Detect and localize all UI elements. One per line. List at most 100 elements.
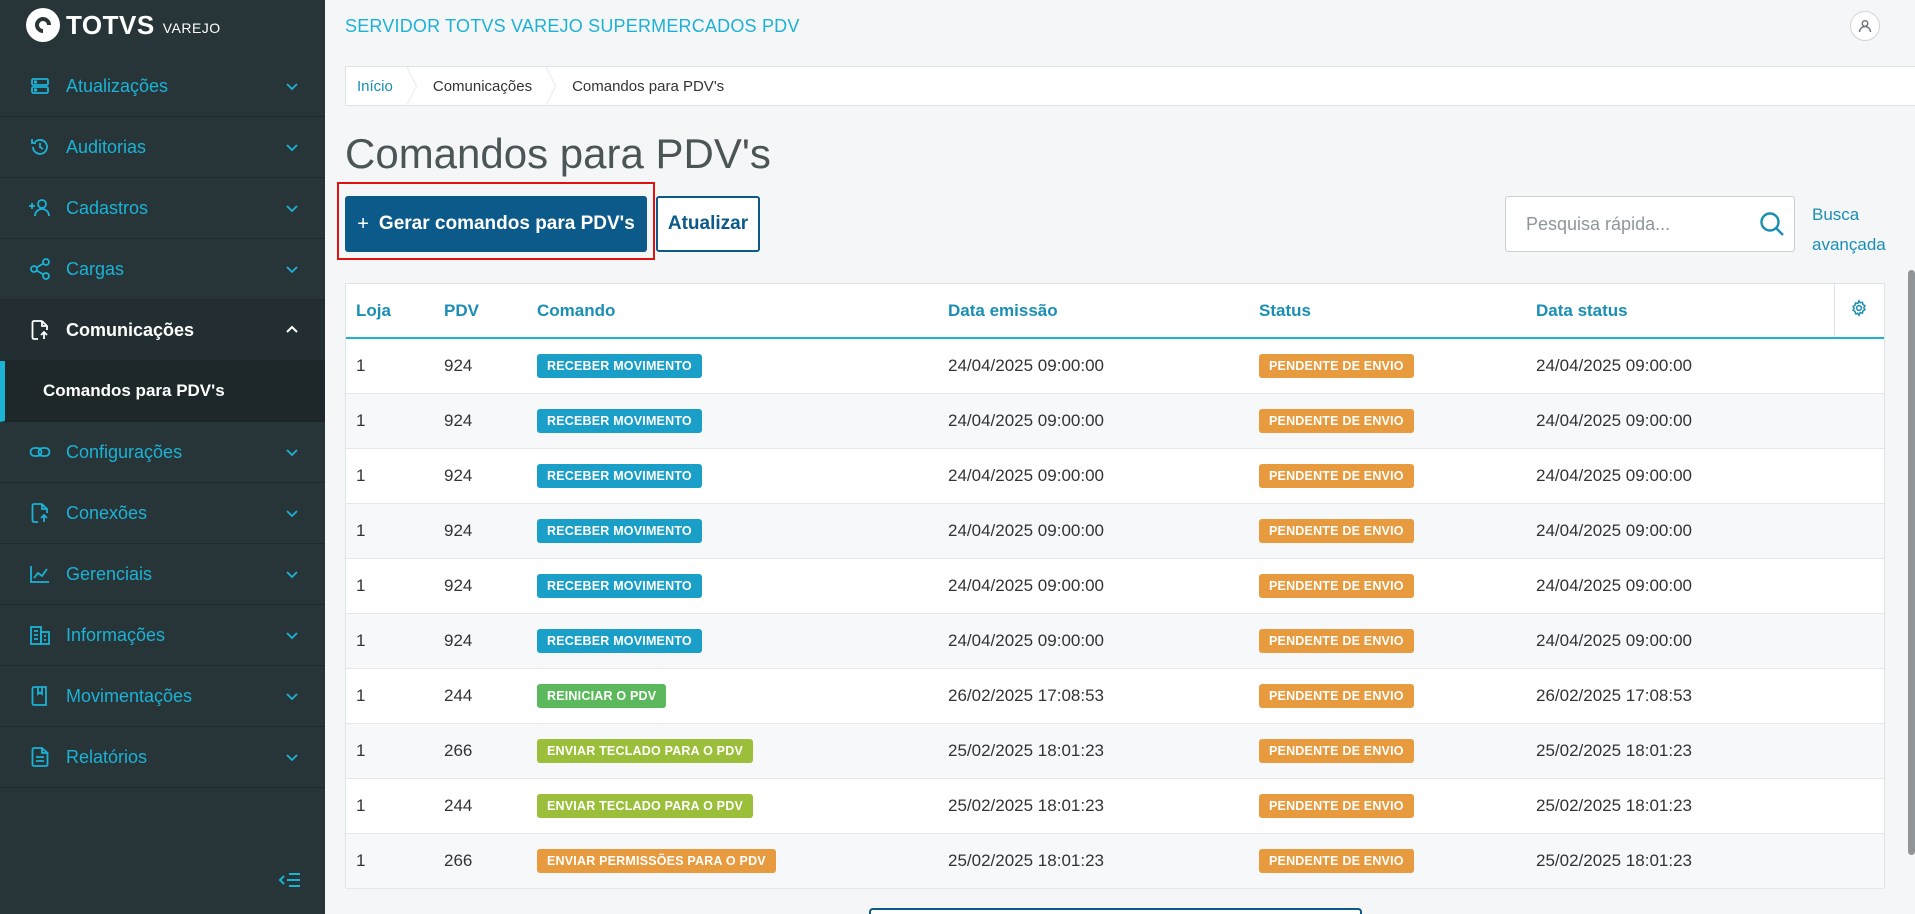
link-icon bbox=[28, 440, 52, 464]
avatar[interactable] bbox=[1850, 11, 1880, 41]
cell-data-status: 25/02/2025 18:01:23 bbox=[1536, 740, 1692, 760]
chevron-up-icon bbox=[283, 321, 301, 339]
sidebar-item-cadastros[interactable]: Cadastros bbox=[0, 178, 325, 239]
command-badge: RECEBER MOVIMENTO bbox=[537, 408, 702, 433]
chart-icon bbox=[28, 562, 52, 586]
status-badge: PENDENTE DE ENVIO bbox=[1259, 848, 1414, 873]
cell-loja: 1 bbox=[356, 685, 366, 705]
cell-data-status: 24/04/2025 09:00:00 bbox=[1536, 520, 1692, 540]
advanced-search-link[interactable]: Busca avançada bbox=[1812, 200, 1886, 260]
breadcrumb-section[interactable]: Comunicações bbox=[433, 67, 532, 105]
table-row[interactable]: 1 924 RECEBER MOVIMENTO 24/04/2025 09:00:00… bbox=[346, 338, 1884, 393]
cell-status: PENDENTE DE ENVIO bbox=[1249, 558, 1526, 613]
sidebar-item-label: Comunicações bbox=[66, 319, 195, 340]
status-badge: PENDENTE DE ENVIO bbox=[1259, 683, 1414, 708]
cell-data-emissao: 24/04/2025 09:00:00 bbox=[948, 355, 1104, 375]
sidebar-item-cargas[interactable]: Cargas bbox=[0, 239, 325, 300]
search-icon[interactable] bbox=[1758, 204, 1786, 244]
sidebar-item-atualizacoes[interactable]: Atualizações bbox=[0, 56, 325, 117]
cell-data-emissao: 25/02/2025 18:01:23 bbox=[948, 850, 1104, 870]
table-row[interactable]: 1 244 ENVIAR TECLADO PARA O PDV 25/02/2025 … bbox=[346, 778, 1884, 833]
collapse-menu-icon[interactable] bbox=[276, 866, 304, 894]
document-icon bbox=[28, 745, 52, 769]
command-badge: RECEBER MOVIMENTO bbox=[537, 628, 702, 653]
column-header-status[interactable]: Status bbox=[1249, 284, 1526, 338]
cell-empty bbox=[1834, 503, 1884, 558]
column-header-pdv[interactable]: PDV bbox=[434, 284, 527, 338]
cell-empty bbox=[1834, 723, 1884, 778]
status-badge: PENDENTE DE ENVIO bbox=[1259, 518, 1414, 543]
cell-pdv: 244 bbox=[444, 795, 473, 815]
cell-data-status: 26/02/2025 17:08:53 bbox=[1536, 685, 1692, 705]
table-row[interactable]: 1 266 ENVIAR PERMISSÕES PARA O PDV 25/02/20… bbox=[346, 833, 1884, 888]
sidebar-item-gerenciais[interactable]: Gerenciais bbox=[0, 544, 325, 605]
sidebar-item-comunicacoes[interactable]: Comunicações bbox=[0, 300, 325, 361]
breadcrumb-home[interactable]: Início bbox=[357, 67, 393, 105]
sidebar-item-label: Configurações bbox=[66, 441, 183, 462]
chevron-down-icon bbox=[283, 77, 301, 95]
cell-status: PENDENTE DE ENVIO bbox=[1249, 503, 1526, 558]
sidebar-item-relatorios[interactable]: Relatórios bbox=[0, 727, 325, 788]
generate-commands-button[interactable]: + Gerar comandos para PDV's bbox=[345, 196, 647, 252]
table-row[interactable]: 1 924 RECEBER MOVIMENTO 24/04/2025 09:00:00… bbox=[346, 448, 1884, 503]
cell-status: PENDENTE DE ENVIO bbox=[1249, 668, 1526, 723]
cell-comando: ENVIAR TECLADO PARA O PDV bbox=[527, 778, 938, 833]
cell-empty bbox=[1834, 778, 1884, 833]
cell-pdv: 924 bbox=[444, 575, 473, 595]
server-icon bbox=[28, 74, 52, 98]
sidebar-item-informacoes[interactable]: Informações bbox=[0, 605, 325, 666]
cell-comando: ENVIAR TECLADO PARA O PDV bbox=[527, 723, 938, 778]
sidebar-item-label: Relatórios bbox=[66, 746, 148, 767]
column-header-loja[interactable]: Loja bbox=[346, 284, 434, 338]
user-icon bbox=[1858, 20, 1872, 33]
column-header-data-status[interactable]: Data status bbox=[1526, 284, 1834, 338]
cell-status: PENDENTE DE ENVIO bbox=[1249, 778, 1526, 833]
cell-pdv: 924 bbox=[444, 520, 473, 540]
cell-pdv: 924 bbox=[444, 410, 473, 430]
cell-pdv: 266 bbox=[444, 850, 473, 870]
table-row[interactable]: 1 924 RECEBER MOVIMENTO 24/04/2025 09:00:00… bbox=[346, 503, 1884, 558]
status-badge: PENDENTE DE ENVIO bbox=[1259, 628, 1414, 653]
sidebar-subitem-comandos-pdv[interactable]: Comandos para PDV's bbox=[0, 361, 325, 422]
cell-comando: RECEBER MOVIMENTO bbox=[527, 613, 938, 668]
refresh-button[interactable]: Atualizar bbox=[656, 196, 760, 252]
column-header-comando[interactable]: Comando bbox=[527, 284, 938, 338]
table-settings[interactable] bbox=[1833, 284, 1884, 338]
cell-data-status: 24/04/2025 09:00:00 bbox=[1536, 410, 1692, 430]
cell-empty bbox=[1834, 448, 1884, 503]
cell-data-status: 25/02/2025 18:01:23 bbox=[1536, 795, 1692, 815]
sidebar-item-movimentacoes[interactable]: Movimentações bbox=[0, 666, 325, 727]
cell-status: PENDENTE DE ENVIO bbox=[1249, 613, 1526, 668]
table-row[interactable]: 1 924 RECEBER MOVIMENTO 24/04/2025 09:00:00… bbox=[346, 393, 1884, 448]
cell-empty bbox=[1834, 613, 1884, 668]
cell-data-emissao: 24/04/2025 09:00:00 bbox=[948, 520, 1104, 540]
table-row[interactable]: 1 244 REINICIAR O PDV 26/02/2025 17:08:53 PE… bbox=[346, 668, 1884, 723]
cell-loja: 1 bbox=[356, 795, 366, 815]
cell-comando: RECEBER MOVIMENTO bbox=[527, 558, 938, 613]
quick-search-input[interactable] bbox=[1506, 197, 1758, 251]
cell-comando: RECEBER MOVIMENTO bbox=[527, 393, 938, 448]
status-badge: PENDENTE DE ENVIO bbox=[1259, 793, 1414, 818]
cell-loja: 1 bbox=[356, 740, 366, 760]
cell-loja: 1 bbox=[356, 355, 366, 375]
sidebar-item-configuracoes[interactable]: Configurações bbox=[0, 422, 325, 483]
gear-icon bbox=[1852, 299, 1867, 317]
table-row[interactable]: 1 924 RECEBER MOVIMENTO 24/04/2025 09:00:00… bbox=[346, 613, 1884, 668]
chevron-down-icon bbox=[283, 260, 301, 278]
sidebar-item-label: Conexões bbox=[66, 502, 148, 523]
table-row[interactable]: 1 924 RECEBER MOVIMENTO 24/04/2025 09:00:00… bbox=[346, 558, 1884, 613]
cell-data-emissao: 24/04/2025 09:00:00 bbox=[948, 410, 1104, 430]
page-scrollbar[interactable] bbox=[1908, 270, 1915, 855]
column-header-data-emissao[interactable]: Data emissão bbox=[938, 284, 1249, 338]
sidebar-item-auditorias[interactable]: Auditorias bbox=[0, 117, 325, 178]
totvs-logo-icon bbox=[26, 8, 60, 42]
load-more-button[interactable] bbox=[869, 908, 1362, 914]
sidebar-item-conexoes[interactable]: Conexões bbox=[0, 483, 325, 544]
chevron-down-icon bbox=[283, 565, 301, 583]
command-badge: RECEBER MOVIMENTO bbox=[537, 518, 702, 543]
file-upload-icon bbox=[28, 501, 52, 525]
table-row[interactable]: 1 266 ENVIAR TECLADO PARA O PDV 25/02/2025 … bbox=[346, 723, 1884, 778]
brand: TOTVS VAREJO bbox=[0, 0, 325, 50]
cell-data-emissao: 25/02/2025 18:01:23 bbox=[948, 740, 1104, 760]
status-badge: PENDENTE DE ENVIO bbox=[1259, 573, 1414, 598]
